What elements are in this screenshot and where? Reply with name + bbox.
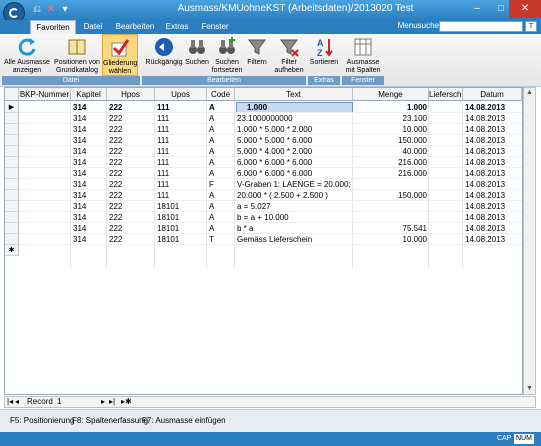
new-row-selector[interactable]: ✱: [5, 245, 19, 256]
group-label-bearbeiten: Bearbeiten: [142, 76, 306, 85]
ausmass-grid: BKP-Nummer Kapitel Hpos Upos Code Text M…: [4, 87, 523, 395]
header-menge[interactable]: Menge: [353, 88, 429, 101]
next-record-button[interactable]: ▸: [101, 397, 105, 407]
menusuche-input[interactable]: [439, 21, 523, 32]
record-label: Record: [27, 397, 53, 406]
row-selector[interactable]: [5, 201, 19, 212]
row-selector[interactable]: ▶: [5, 102, 19, 113]
first-record-button[interactable]: |◂: [7, 397, 13, 407]
header-lieferschein[interactable]: Lieferschein: [429, 88, 463, 101]
funnel-icon: [248, 39, 266, 55]
tab-fenster[interactable]: Fenster: [198, 20, 232, 34]
row-selector[interactable]: [5, 190, 19, 201]
row-selector[interactable]: [5, 157, 19, 168]
function-key-bar: F5: Positionierung F8: Spaltenerfassung …: [0, 409, 541, 432]
menusuche-label: Menusuche: [397, 21, 439, 30]
f8-hint[interactable]: F8: Spaltenerfassung: [72, 416, 148, 425]
chevron-down-icon[interactable]: ▾: [58, 3, 72, 17]
sort-button[interactable]: AZ Sortieren: [308, 34, 340, 76]
new-record-button[interactable]: ▸✱: [121, 397, 132, 407]
undo-button[interactable]: Rückgängig: [144, 34, 184, 76]
book-icon: [68, 39, 86, 55]
filter-label: Filtern: [247, 59, 267, 66]
f5-hint[interactable]: F5: Positionierung: [10, 416, 74, 425]
tab-datei[interactable]: Datei: [80, 20, 106, 34]
filter-button[interactable]: Filtern: [244, 34, 270, 76]
checkmark-icon: [111, 39, 130, 57]
funnel-clear-icon: [280, 39, 299, 57]
row-selector[interactable]: [5, 168, 19, 179]
header-kapitel[interactable]: Kapitel: [71, 88, 107, 101]
window-title: Ausmass/KMUohneKST (Arbeitsdaten)/201302…: [177, 3, 414, 14]
search-button[interactable]: Suchen: [184, 34, 210, 76]
vertical-scrollbar[interactable]: ▲ ▼: [523, 87, 536, 395]
row-selector[interactable]: [5, 234, 19, 245]
sort-az-icon: AZ: [317, 38, 333, 58]
caps-indicator: CAP: [497, 435, 512, 442]
close-quick-icon[interactable]: ✕: [44, 3, 58, 17]
gliederung-label: Gliederung wählen: [103, 60, 138, 75]
title-bar: ⎌ ✕ ▾ Ausmass/KMUohneKST (Arbeitsdaten)/…: [0, 0, 541, 24]
columns-icon: [354, 38, 372, 56]
columns-label: Ausmasse mit Spalten: [345, 59, 381, 74]
columns-button[interactable]: Ausmasse mit Spalten: [344, 34, 382, 76]
sort-label: Sortieren: [309, 59, 339, 66]
binoculars-icon: [189, 40, 205, 54]
search-label: Suchen: [185, 59, 209, 66]
undo-label: Rückgängig: [145, 59, 183, 66]
row-selector[interactable]: [5, 135, 19, 146]
scroll-up-icon[interactable]: ▲: [524, 88, 535, 98]
row-divider: [19, 244, 522, 245]
alle-ausmasse-label: Alle Ausmasse anzeigen: [4, 59, 50, 74]
record-navigator: |◂ ◂ Record 1 ▸ ▸| ▸✱: [4, 396, 536, 408]
refresh-icon: [18, 38, 36, 56]
row-selector[interactable]: [5, 179, 19, 190]
last-record-button[interactable]: ▸|: [109, 397, 115, 407]
minimize-button[interactable]: –: [465, 0, 489, 18]
alle-ausmasse-button[interactable]: Alle Ausmasse anzeigen: [4, 34, 50, 76]
scroll-down-icon[interactable]: ▼: [524, 384, 535, 394]
header-datum[interactable]: Datum: [463, 88, 522, 101]
status-bar: CAP NUM: [0, 432, 541, 446]
num-indicator: NUM: [514, 434, 534, 444]
prev-record-button[interactable]: ◂: [15, 397, 19, 407]
close-button[interactable]: ✕: [509, 0, 541, 18]
row-selector[interactable]: [5, 124, 19, 135]
row-selector[interactable]: [5, 223, 19, 234]
tab-favoriten[interactable]: Favoriten: [30, 20, 76, 34]
search-next-button[interactable]: Suchen fortsetzen: [210, 34, 244, 76]
undo-icon: [155, 38, 173, 56]
ribbon: Alle Ausmasse anzeigen Positionen von Gr…: [0, 34, 541, 87]
gliederung-button[interactable]: Gliederung wählen: [102, 34, 138, 76]
header-corner: [5, 88, 19, 101]
header-upos[interactable]: Upos: [155, 88, 207, 101]
tab-bearbeiten[interactable]: Bearbeiten: [112, 20, 158, 34]
filter-clear-label: Filter aufheben: [274, 59, 304, 74]
row-selector[interactable]: [5, 212, 19, 223]
svg-text:A: A: [317, 38, 324, 48]
row-selector[interactable]: [5, 113, 19, 124]
record-number-input[interactable]: 1: [57, 397, 61, 407]
row-selector[interactable]: [5, 146, 19, 157]
header-hpos[interactable]: Hpos: [107, 88, 155, 101]
menusuche-button[interactable]: T: [525, 21, 537, 32]
group-label-extras: Extras: [308, 76, 340, 85]
filter-clear-button[interactable]: Filter aufheben: [272, 34, 306, 76]
search-next-label: Suchen fortsetzen: [211, 59, 243, 74]
undo-quick-icon[interactable]: ⎌: [30, 3, 44, 17]
binoculars-plus-icon: [219, 37, 235, 54]
ribbon-tabs: Favoriten Datei Bearbeiten Extras Fenste…: [0, 20, 541, 34]
header-text[interactable]: Text: [235, 88, 353, 101]
svg-text:Z: Z: [317, 48, 323, 58]
positionen-label: Positionen von Grundkatalog: [54, 59, 100, 74]
group-label-datei: Datei: [2, 76, 140, 85]
positionen-button[interactable]: Positionen von Grundkatalog: [52, 34, 102, 76]
group-label-fenster: Fenster: [342, 76, 384, 85]
f7-hint[interactable]: F7: Ausmasse einfügen: [142, 416, 226, 425]
header-code[interactable]: Code: [207, 88, 235, 101]
tab-extras[interactable]: Extras: [164, 20, 190, 34]
header-bkp[interactable]: BKP-Nummer: [19, 88, 71, 101]
